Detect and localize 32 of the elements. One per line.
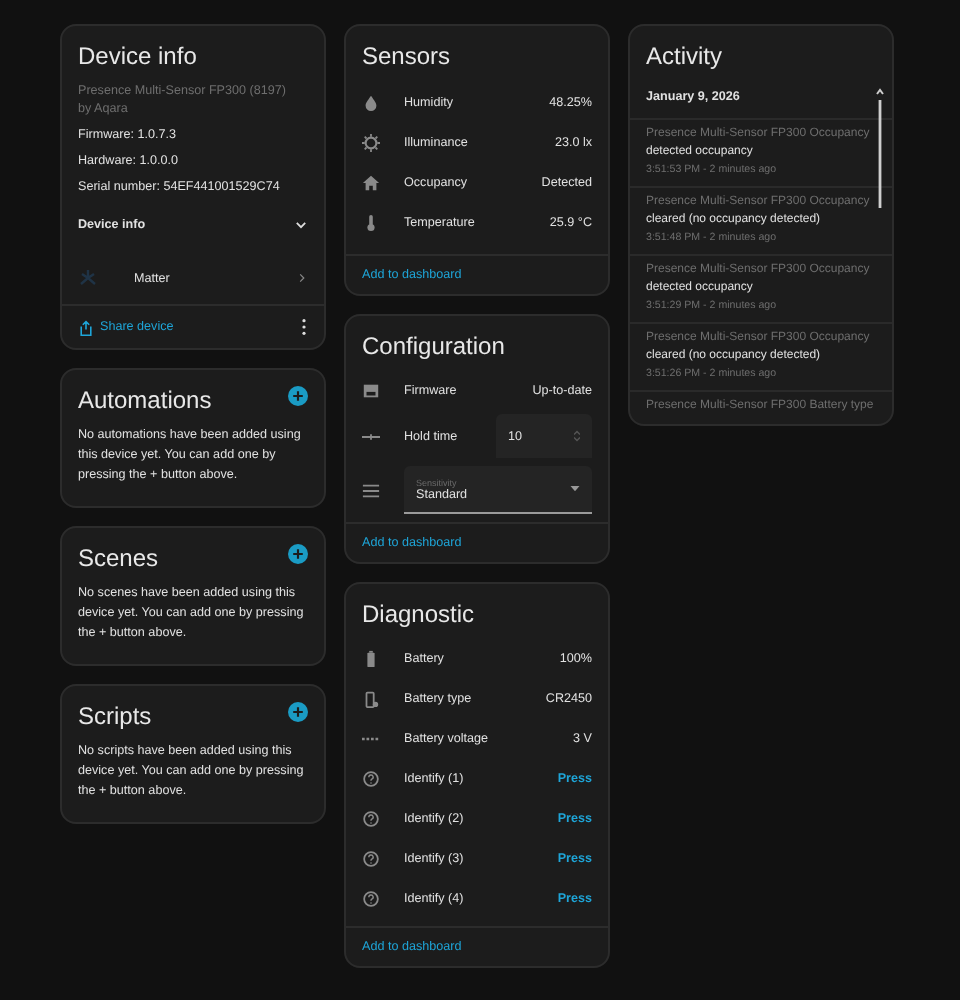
card-title: Configuration bbox=[360, 330, 507, 364]
help-circle-icon bbox=[362, 849, 380, 867]
home-icon bbox=[362, 173, 380, 191]
firmware-icon bbox=[362, 381, 380, 399]
card-title: Activity bbox=[644, 40, 725, 74]
share-icon bbox=[78, 319, 94, 335]
drop-icon bbox=[362, 93, 380, 111]
card-title: Automations bbox=[76, 384, 214, 418]
dropdown-caret-icon bbox=[570, 486, 580, 492]
help-circle-icon bbox=[362, 889, 380, 907]
battery-icon bbox=[362, 649, 380, 667]
list-icon bbox=[362, 481, 380, 499]
card-title: Scenes bbox=[76, 542, 161, 576]
card-title: Device info bbox=[76, 40, 199, 74]
card-title: Scripts bbox=[76, 700, 154, 734]
plus-icon bbox=[292, 389, 304, 401]
add-button[interactable] bbox=[288, 385, 308, 405]
chevron-right-icon bbox=[296, 272, 308, 284]
plus-icon bbox=[292, 705, 304, 717]
plus-icon bbox=[292, 547, 304, 559]
add-button[interactable] bbox=[288, 543, 308, 563]
add-button[interactable] bbox=[288, 701, 308, 721]
more-icon[interactable] bbox=[300, 318, 308, 336]
sun-icon bbox=[362, 133, 380, 151]
card-title: Diagnostic bbox=[360, 598, 477, 632]
card-title: Sensors bbox=[360, 40, 453, 74]
battery-question-icon bbox=[362, 689, 380, 707]
help-circle-icon bbox=[362, 769, 380, 787]
matter-logo-icon bbox=[78, 268, 98, 288]
help-circle-icon bbox=[362, 809, 380, 827]
chevron-icon bbox=[294, 218, 308, 232]
thermometer-icon bbox=[362, 213, 380, 231]
